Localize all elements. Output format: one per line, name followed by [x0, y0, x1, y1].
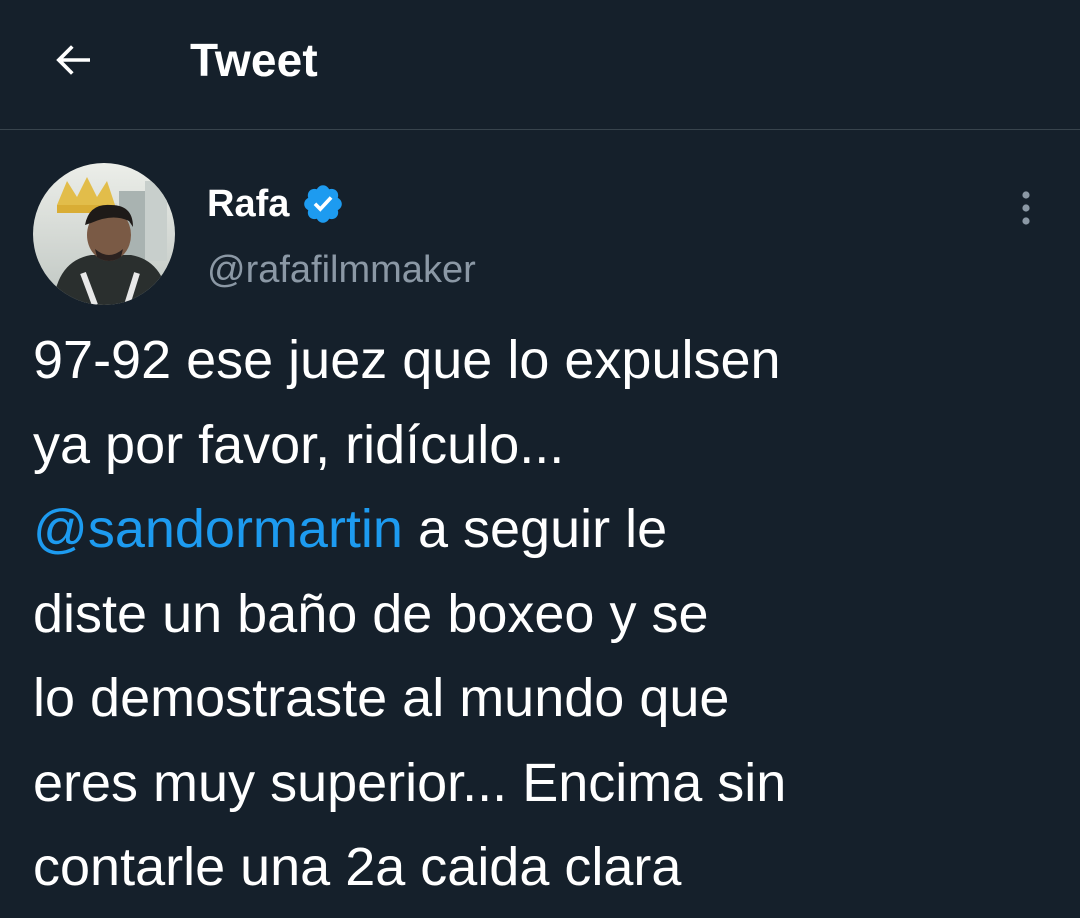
mention-link[interactable]: @sandormartin	[33, 499, 403, 559]
author-handle[interactable]: @rafafilmmaker	[207, 246, 476, 294]
avatar[interactable]	[33, 163, 175, 305]
tweet-line: diste un baño de boxeo y se	[33, 583, 709, 644]
top-bar: Tweet	[0, 0, 1080, 130]
author-name-row[interactable]: Rafa	[207, 180, 345, 228]
display-name: Rafa	[207, 183, 290, 225]
arrow-left-icon	[56, 45, 90, 75]
tweet-line: lo demostraste al mundo que	[33, 668, 730, 728]
more-vertical-icon	[1022, 191, 1030, 225]
tweet-text: 97-92 ese juez que lo expulsen ya por fa…	[33, 318, 1053, 910]
tweet-line: contarle una 2a caida clara	[33, 837, 682, 897]
tweet-line: 97-92 ese juez que lo expulsen	[33, 330, 781, 390]
more-options-button[interactable]	[1004, 184, 1048, 232]
verified-badge-icon	[301, 182, 345, 226]
back-button[interactable]	[48, 34, 100, 86]
tweet-line: ya por favor, ridículo...	[33, 414, 565, 475]
tweet-line-text: a seguir le	[402, 499, 668, 559]
page-title: Tweet	[190, 34, 318, 86]
tweet-line: eres muy superior... Encima sin	[33, 752, 787, 813]
tweet-line: @sandormartin a seguir le	[33, 487, 1053, 572]
